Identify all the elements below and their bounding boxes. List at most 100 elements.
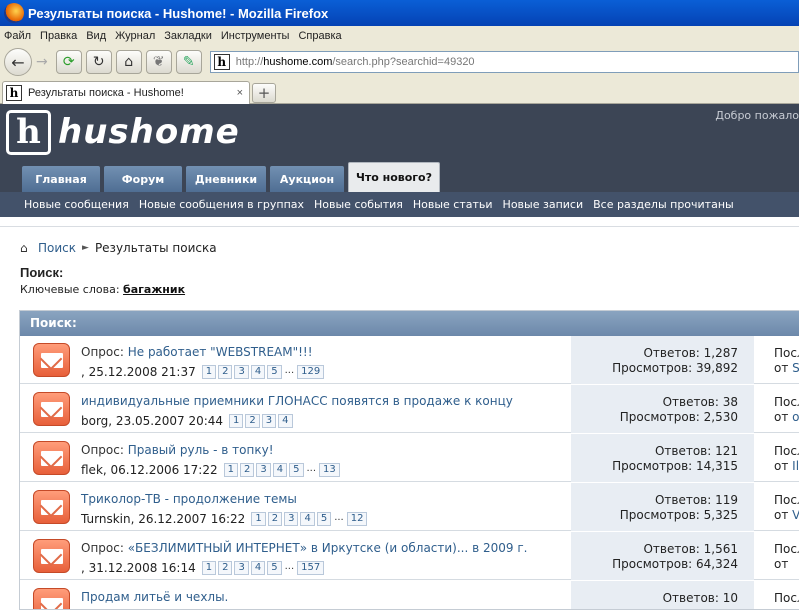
thread-stats: Ответов: 121 Просмотров: 14,315 [571,434,754,482]
thread-stats: Ответов: 119 Просмотров: 5,325 [571,483,754,531]
pager-page-link[interactable]: 2 [240,463,255,477]
thread-title-line: индивидуальные приемники ГЛОНАСС появятс… [81,394,513,408]
pager-page-link[interactable]: 5 [267,365,282,379]
breadcrumb-separator-icon: ► [82,243,89,253]
pager-page-link[interactable]: 1 [201,561,217,575]
pager-page-link[interactable]: 3 [234,561,249,575]
nav-tab-diaries[interactable]: Дневники [186,166,266,192]
thread-title-line: Опрос: «БЕЗЛИМИТНЫЙ ИНТЕРНЕТ» в Иркутске… [81,541,527,555]
pager-page-link[interactable]: 3 [234,365,249,379]
pager-page-link[interactable]: 4 [278,414,293,428]
menu-history[interactable]: Журнал [115,30,155,42]
pager-page-link[interactable]: 5 [316,512,332,526]
pager-page-link[interactable]: 12 [346,512,368,526]
reload-green-button[interactable]: ⟳ [55,50,82,74]
thread-title-link[interactable]: Не работает "WEBSTREAM"!!! [128,345,313,359]
keywords-value[interactable]: багажник [123,283,185,296]
thread-prefix: Опрос: [81,443,128,457]
pager-page-link[interactable]: 1 [201,365,217,379]
nav-tab-home[interactable]: Главная [22,166,100,192]
pager-page-link[interactable]: 4 [300,512,315,526]
home-button[interactable]: ⌂ [115,50,142,74]
thread-replies: Ответов: 1,287 [643,346,738,360]
pager-page-link[interactable]: 2 [218,365,233,379]
thread-author-date: borg, 23.05.2007 20:44 [81,414,224,428]
pager-page-link[interactable]: 4 [250,561,266,575]
last-post-label: Посл [774,493,799,507]
pager-page-link[interactable]: 13 [319,463,340,477]
pager-page-link[interactable]: 5 [267,561,282,575]
pager-page-link[interactable]: 5 [289,463,304,477]
pager-page-link[interactable]: 2 [245,414,260,428]
reload-icon: ↻ [92,54,105,70]
reload-button[interactable]: ↻ [85,50,112,74]
breadcrumb-search-link[interactable]: Поиск [38,241,76,255]
nav-tab-auction[interactable]: Аукцион [270,166,344,192]
last-post-user[interactable]: V [792,508,799,522]
thread-title-link[interactable]: Правый руль - в топку! [128,443,274,457]
thread-title-link[interactable]: Триколор-ТВ - продолжение темы [81,492,297,506]
thread-mail-icon [33,588,70,609]
bookmark-button[interactable]: ❦ [145,50,172,74]
pager-page-link[interactable]: 4 [250,365,266,379]
site-header: h hushome Добро пожало [0,104,799,162]
pager-page-link[interactable]: 2 [218,561,233,575]
thread-author-date: flek, 06.12.2006 17:22 [81,463,218,477]
thread-mail-icon [33,343,70,377]
last-post-user[interactable]: S [792,361,799,375]
pager-ellipsis: ... [306,463,317,474]
pager-page-link[interactable]: 129 [297,365,325,379]
browser-tab[interactable]: h Результаты поиска - Hushome! × [2,81,250,104]
thread-title-link[interactable]: «БЕЗЛИМИТНЫЙ ИНТЕРНЕТ» в Иркутске (и обл… [128,541,528,555]
pager-page-link[interactable]: 3 [284,512,299,526]
thread-title-line: Опрос: Правый руль - в топку! [81,443,274,457]
subnav-new-entries[interactable]: Новые записи [503,198,584,211]
thread-mail-icon [33,539,70,573]
nav-tab-forum[interactable]: Форум [104,166,182,192]
pager-ellipsis: ... [334,512,344,523]
subnav-new-events[interactable]: Новые события [314,198,403,211]
results-panel: Поиск: Опрос: Не работает "WEBSTREAM"!!!… [19,310,799,610]
menu-view[interactable]: Вид [86,30,106,42]
pager-page-link[interactable]: 3 [256,463,271,477]
thread-prefix: Опрос: [81,345,128,359]
new-tab-button[interactable]: + [252,83,276,103]
subnav-new-group-posts[interactable]: Новые сообщения в группах [139,198,304,211]
last-post-user[interactable]: о [792,410,799,424]
menu-file[interactable]: Файл [4,30,31,42]
navigation-toolbar: ← → ⟳ ↻ ⌂ ❦ ✎ h http://hushome.com/searc… [0,46,799,78]
menu-help[interactable]: Справка [298,30,341,42]
thread-pager: 1 2 3 4 5... 13 [223,463,342,477]
thread-title-link[interactable]: Продам литьё и чехлы. [81,590,228,604]
site-logo-icon[interactable]: h [6,110,51,155]
thread-author-date: Turnskin, 26.12.2007 16:22 [81,512,246,526]
pager-page-link[interactable]: 2 [267,512,283,526]
thread-title-link[interactable]: индивидуальные приемники ГЛОНАСС появятс… [81,394,513,408]
url-bar[interactable]: h http://hushome.com/search.php?searchid… [209,51,799,73]
home-icon[interactable]: ⌂ [20,242,32,254]
site-logo-text[interactable]: hushome [58,112,240,152]
thread-views: Просмотров: 64,324 [612,557,738,571]
back-button[interactable]: ← [4,48,32,76]
addon-button[interactable]: ✎ [175,50,202,74]
window-titlebar: Результаты поиска - Hushome! - Mozilla F… [0,0,799,26]
pager-page-link[interactable]: 1 [223,463,238,477]
subnav-new-articles[interactable]: Новые статьи [413,198,493,211]
forward-button[interactable]: → [36,54,48,70]
pager-page-link[interactable]: 3 [261,414,277,428]
sub-nav: Новые сообщения Новые сообщения в группа… [0,192,799,217]
subnav-mark-read[interactable]: Все разделы прочитаны [593,198,734,211]
subnav-new-posts[interactable]: Новые сообщения [24,198,129,211]
last-post-user[interactable]: Ily [792,459,799,473]
thread-replies: Ответов: 121 [654,444,738,458]
pager-page-link[interactable]: 4 [272,463,288,477]
thread-stats: Ответов: 38 Просмотров: 2,530 [571,385,754,433]
pager-page-link[interactable]: 1 [251,512,266,526]
close-tab-icon[interactable]: × [237,87,243,99]
pager-page-link[interactable]: 1 [229,414,244,428]
menu-bookmarks[interactable]: Закладки [164,30,212,42]
menu-tools[interactable]: Инструменты [221,30,290,42]
menu-edit[interactable]: Правка [40,30,77,42]
pager-page-link[interactable]: 157 [297,561,325,575]
nav-tab-whats-new[interactable]: Что нового? [348,162,440,192]
